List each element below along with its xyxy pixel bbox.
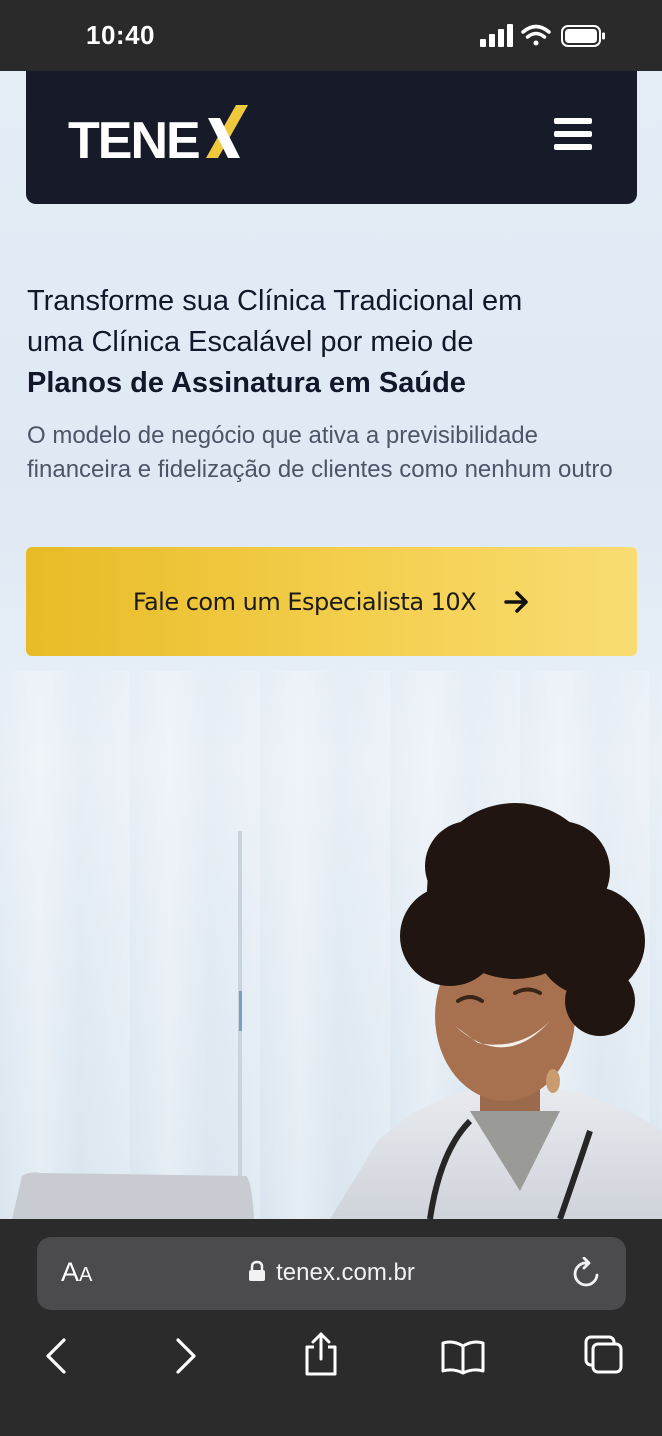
back-icon[interactable] [44, 1337, 68, 1375]
share-icon[interactable] [302, 1331, 340, 1377]
forward-icon[interactable] [174, 1337, 198, 1375]
reload-icon[interactable] [572, 1257, 602, 1289]
hamburger-menu-icon[interactable] [554, 118, 592, 152]
hero-subtext: O modelo de negócio que ativa a previsib… [27, 422, 613, 483]
headline-strong: Planos de Assinatura em Saúde [27, 367, 466, 399]
headline-line-1: Transforme sua Clínica Tradicional em [27, 285, 523, 317]
status-icons [480, 24, 606, 48]
site-navbar: TENE [26, 71, 637, 204]
tabs-icon[interactable] [584, 1335, 624, 1375]
lock-icon [249, 1260, 266, 1281]
wifi-icon [521, 24, 551, 46]
tenex-logo[interactable]: TENE [68, 103, 250, 163]
browser-toolbar: AA tenex.com.br [0, 1219, 662, 1436]
url-text: tenex.com.br [276, 1259, 415, 1286]
hero-headline: Transforme sua Clínica Tradicional em um… [27, 281, 627, 404]
address-bar[interactable]: AA tenex.com.br [37, 1237, 626, 1310]
doctor-hero-image [12, 803, 662, 1219]
battery-icon [561, 25, 605, 47]
arrow-right-icon [504, 590, 528, 613]
web-viewport: TENE Transforme sua Clínica Tradicional … [0, 71, 662, 1219]
cta-label: Fale com um Especialista 10X [132, 587, 477, 616]
status-time: 10:40 [86, 20, 155, 50]
url-display[interactable]: tenex.com.br [37, 1259, 626, 1287]
bookmarks-icon[interactable] [440, 1339, 486, 1375]
headline-line-2: uma Clínica Escalável por meio de [27, 326, 474, 358]
status-bar: 10:40 [0, 0, 662, 71]
svg-text:TENE: TENE [68, 112, 199, 163]
signal-icon [480, 24, 513, 47]
cta-button[interactable]: Fale com um Especialista 10X [26, 547, 637, 656]
